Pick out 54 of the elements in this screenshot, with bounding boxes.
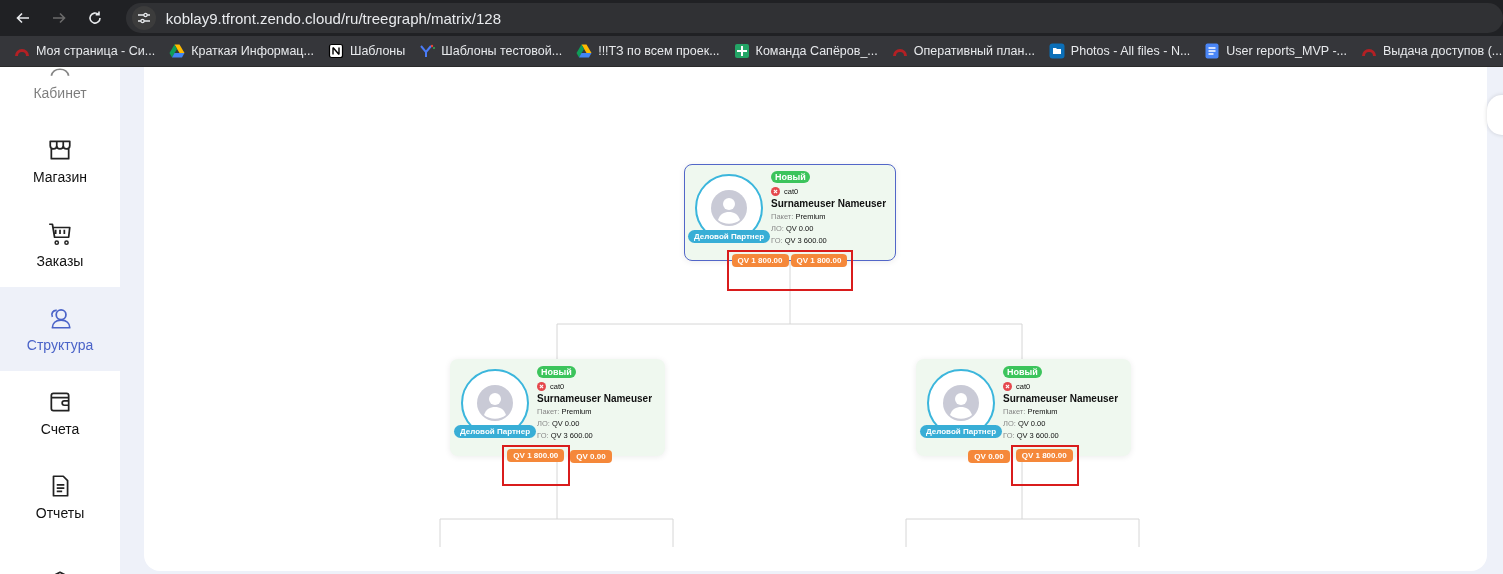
bookmark[interactable]: Оперативный план... [885, 39, 1041, 63]
bookmark[interactable]: Краткая Информац... [163, 39, 320, 63]
bookmark[interactable]: !!!ТЗ по всем проек... [570, 39, 726, 63]
partner-name: Surnameuser Nameuser [1003, 392, 1119, 406]
sheets-logo-icon [733, 43, 750, 59]
bookmark[interactable]: Photos - All files - N... [1042, 39, 1197, 63]
bookmark[interactable]: Шаблоны тестовой... [413, 39, 569, 63]
user-silhouette-icon [943, 385, 979, 421]
status-badge: Новый [1003, 366, 1042, 378]
forward-arrow-icon [50, 10, 67, 26]
status-badge: Новый [537, 366, 576, 378]
status-badge: Новый [771, 171, 810, 183]
qv-badge: QV 1 800.00 [790, 254, 848, 267]
qv-badge: QV 0.00 [968, 450, 1010, 463]
sidebar-item[interactable]: Отчеты [0, 455, 120, 539]
user-silhouette-icon [711, 190, 747, 226]
tune-icon [136, 11, 151, 25]
drive-logo-icon [169, 43, 186, 59]
y-logo-icon [419, 43, 436, 59]
folder-icon [1048, 43, 1065, 59]
docs-logo-icon [1204, 43, 1221, 59]
close-circle-icon [771, 186, 780, 196]
sidebar-item[interactable]: Заказы [0, 203, 120, 287]
bookmark[interactable]: Выдача доступов (... [1355, 39, 1503, 63]
close-circle-icon [537, 381, 546, 391]
sidebar-item[interactable]: Структура [0, 287, 120, 371]
qv-badge: QV 1 800.00 [1015, 449, 1073, 462]
sidebar-item[interactable]: Счета [0, 371, 120, 455]
address-bar[interactable]: koblay9.tfront.zendo.cloud/ru/treegraph/matrix/128 [125, 3, 1503, 33]
user-silhouette-icon [477, 385, 513, 421]
partner-name: Surnameuser Nameuser [537, 392, 653, 406]
role-badge: Деловой Партнер [920, 425, 1002, 438]
bookmark[interactable]: Моя страница - Си... [8, 39, 162, 63]
role-badge: Деловой Партнер [454, 425, 536, 438]
shop-icon [47, 137, 73, 163]
url-text: koblay9.tfront.zendo.cloud/ru/treegraph/matrix/128 [165, 9, 501, 27]
sidebar-item[interactable]: Кабинет [0, 67, 120, 119]
partner-name: Surnameuser Nameuser [771, 197, 887, 211]
qv-badge: QV 1 800.00 [507, 449, 565, 462]
qv-badge: QV 0.00 [570, 450, 612, 463]
cart-icon [47, 221, 73, 247]
role-badge: Деловой Партнер [688, 230, 770, 243]
back-arrow-icon [14, 10, 31, 26]
drive-logo-icon [576, 43, 593, 59]
qv-badge: QV 1 800.00 [731, 254, 789, 267]
close-circle-icon [1003, 381, 1012, 391]
bookmark[interactable]: User reports_MVP -... [1198, 39, 1353, 63]
bookmark[interactable]: Команда Сапёров_... [727, 39, 884, 63]
site-info-button[interactable] [131, 6, 156, 30]
wallet-icon [47, 389, 73, 415]
bookmark[interactable]: Шаблоны [321, 39, 412, 63]
notion-logo-icon [327, 43, 344, 59]
reload-icon [86, 10, 103, 26]
sidebar-item[interactable]: Магазин [0, 119, 120, 203]
